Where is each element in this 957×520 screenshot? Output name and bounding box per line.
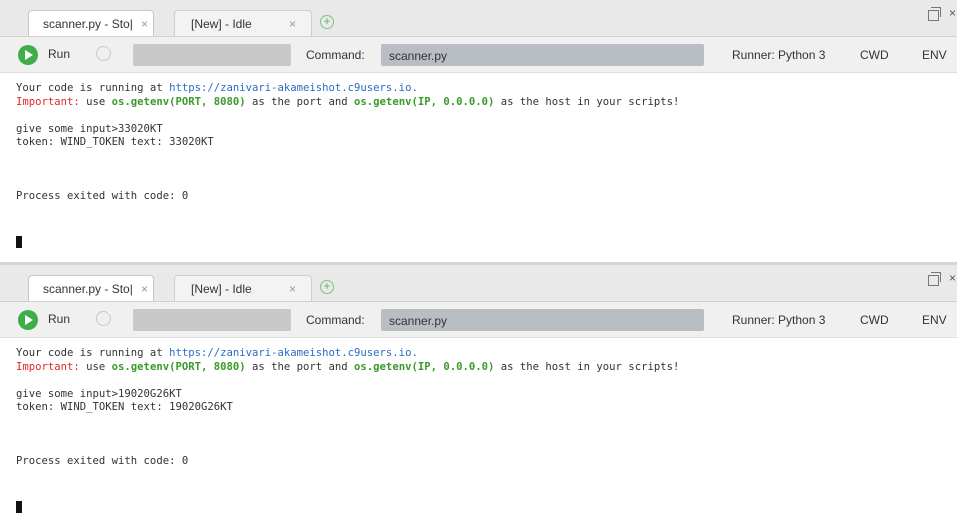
running-prefix: Your code is running at: [16, 82, 170, 94]
runner-name-field[interactable]: [133, 44, 291, 66]
env-button[interactable]: ENV: [922, 48, 947, 62]
env-button[interactable]: ENV: [922, 313, 947, 327]
important-label: Important:: [16, 95, 80, 108]
add-tab-icon[interactable]: +: [320, 15, 334, 29]
exit-line: Process exited with code: 0: [16, 455, 189, 467]
terminal-output[interactable]: Your code is running at https://zanivari…: [16, 82, 679, 204]
restore-window-icon[interactable]: [928, 7, 941, 21]
running-prefix: Your code is running at: [16, 347, 170, 359]
important-text: as the host in your scripts!: [494, 360, 680, 373]
close-icon[interactable]: ×: [289, 11, 296, 37]
run-label: Run: [48, 312, 71, 326]
runner-panel-bottom: scanner.py - Sto| × [New] - Idle × + × R…: [0, 265, 957, 520]
run-toolbar: Run Command: scanner.py Runner: Python 3…: [0, 302, 957, 338]
run-label: Run: [48, 47, 71, 61]
close-window-icon[interactable]: ×: [949, 271, 957, 285]
add-tab-icon[interactable]: +: [320, 280, 334, 294]
important-text: as the host in your scripts!: [494, 95, 680, 108]
terminal-output[interactable]: Your code is running at https://zanivari…: [16, 347, 679, 469]
tab-new-idle[interactable]: [New] - Idle ×: [174, 10, 312, 36]
port-call: os.getenv(PORT, 8080): [111, 95, 246, 108]
app-url-link[interactable]: https://zanivari-akameishot.c9users.io.: [169, 347, 418, 359]
tab-label: scanner.py - Sto|: [43, 282, 133, 296]
input-line: give some input>19020G26KT: [16, 387, 182, 400]
terminal-cursor: [16, 236, 22, 248]
runner-selector[interactable]: Runner: Python 3: [732, 48, 825, 62]
ip-call: os.getenv(IP, 0.0.0.0): [354, 95, 495, 108]
run-toolbar: Run Command: scanner.py Runner: Python 3…: [0, 37, 957, 73]
command-input[interactable]: scanner.py: [381, 44, 704, 66]
command-label: Command:: [306, 48, 365, 62]
important-line: Important: use os.getenv(PORT, 8080) as …: [16, 96, 679, 110]
terminal-cursor: [16, 501, 22, 513]
close-icon[interactable]: ×: [289, 276, 296, 302]
play-icon: [18, 310, 38, 330]
restore-window-icon[interactable]: [928, 272, 941, 286]
important-text: use: [79, 360, 112, 373]
important-text: as the port and: [245, 95, 355, 108]
runner-name-field[interactable]: [133, 309, 291, 331]
important-text: use: [79, 95, 112, 108]
tab-bar: scanner.py - Sto| × [New] - Idle × + ×: [0, 265, 957, 302]
close-icon[interactable]: ×: [141, 276, 148, 302]
exit-line: Process exited with code: 0: [16, 190, 189, 202]
ip-call: os.getenv(IP, 0.0.0.0): [354, 360, 495, 373]
tab-scanner-stopped[interactable]: scanner.py - Sto| ×: [28, 275, 154, 301]
important-text: as the port and: [245, 360, 355, 373]
close-window-icon[interactable]: ×: [949, 6, 957, 20]
tab-scanner-stopped[interactable]: scanner.py - Sto| ×: [28, 10, 154, 36]
input-line: give some input>33020KT: [16, 122, 163, 135]
tab-label: [New] - Idle: [191, 17, 252, 31]
token-line: token: WIND_TOKEN text: 33020KT: [16, 136, 214, 148]
token-line: token: WIND_TOKEN text: 19020G26KT: [16, 401, 233, 413]
tab-bar: scanner.py - Sto| × [New] - Idle × + ×: [0, 0, 957, 37]
cwd-button[interactable]: CWD: [860, 48, 889, 62]
cwd-button[interactable]: CWD: [860, 313, 889, 327]
running-line: Your code is running at https://zanivari…: [16, 82, 679, 96]
tab-label: scanner.py - Sto|: [43, 17, 133, 31]
running-line: Your code is running at https://zanivari…: [16, 347, 679, 361]
close-icon[interactable]: ×: [141, 11, 148, 37]
play-icon: [18, 45, 38, 65]
tab-label: [New] - Idle: [191, 282, 252, 296]
important-label: Important:: [16, 360, 80, 373]
app-url-link[interactable]: https://zanivari-akameishot.c9users.io.: [169, 82, 418, 94]
runner-selector[interactable]: Runner: Python 3: [732, 313, 825, 327]
restart-icon[interactable]: [96, 309, 113, 326]
runner-panel-top: scanner.py - Sto| × [New] - Idle × + × R…: [0, 0, 957, 262]
restart-icon[interactable]: [96, 44, 113, 61]
tab-new-idle[interactable]: [New] - Idle ×: [174, 275, 312, 301]
command-input[interactable]: scanner.py: [381, 309, 704, 331]
command-label: Command:: [306, 313, 365, 327]
important-line: Important: use os.getenv(PORT, 8080) as …: [16, 361, 679, 375]
port-call: os.getenv(PORT, 8080): [111, 360, 246, 373]
